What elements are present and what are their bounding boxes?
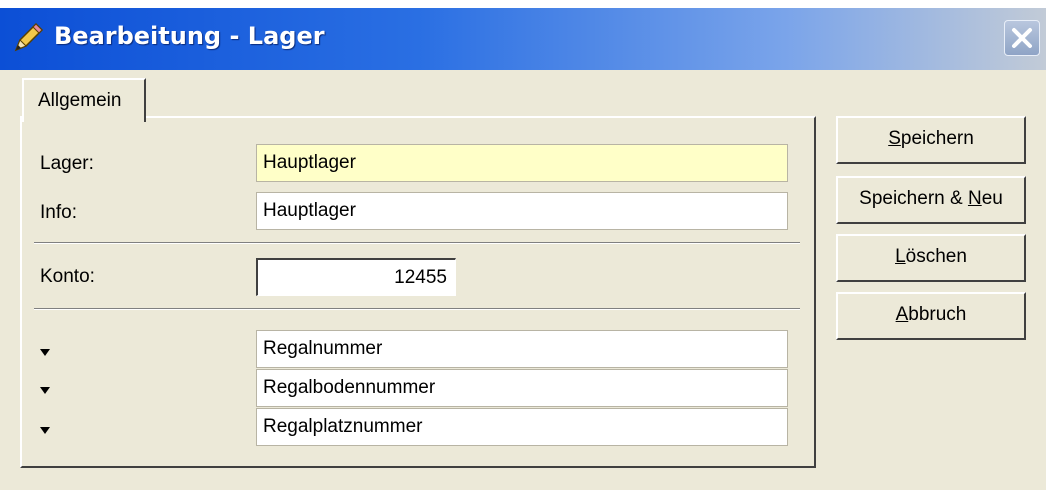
tab-allgemein[interactable]: Allgemein [22,78,146,122]
title-bar[interactable]: Bearbeitung - Lager [0,8,1046,70]
info-label: Info: [40,202,77,223]
cancel-button-label-rest: bbruch [908,304,967,325]
delete-button[interactable]: Löschen [836,234,1026,282]
separator [34,242,800,244]
save-new-button-label: Speichern & [859,188,968,209]
delete-button-label-rest: öschen [905,246,967,267]
arrow-down-icon [40,382,50,394]
save-new-button-accel: N [967,188,982,209]
close-icon [1012,28,1032,48]
arrow-down-icon [40,422,50,434]
window-title: Bearbeitung - Lager [54,22,325,50]
cancel-button-accel: A [895,304,909,325]
save-button-accel: S [888,128,901,149]
regalbodennummer-field[interactable]: Regalbodennummer [256,369,788,407]
delete-button-accel: L [895,246,906,267]
cancel-button[interactable]: Abbruch [836,292,1026,340]
save-new-button-label-rest: eu [981,188,1003,209]
konto-field[interactable]: 12455 [256,258,456,296]
save-button[interactable]: Speichern [836,116,1026,164]
tab-label: Allgemein [38,90,122,111]
arrow-down-icon [40,344,50,356]
save-new-button[interactable]: Speichern & Neu [836,176,1026,224]
lager-field[interactable]: Hauptlager [256,144,788,182]
pencil-icon [10,20,46,56]
separator [34,308,800,310]
dialog-window: Bearbeitung - Lager Allgemein Lager: Hau… [0,8,1046,490]
regalnummer-field[interactable]: Regalnummer [256,330,788,368]
regalplatznummer-field[interactable]: Regalplatznummer [256,408,788,446]
info-field[interactable]: Hauptlager [256,192,788,230]
save-button-label-rest: peichern [900,128,974,149]
konto-label: Konto: [40,266,95,287]
close-button[interactable] [1004,20,1040,56]
lager-label: Lager: [40,153,94,174]
